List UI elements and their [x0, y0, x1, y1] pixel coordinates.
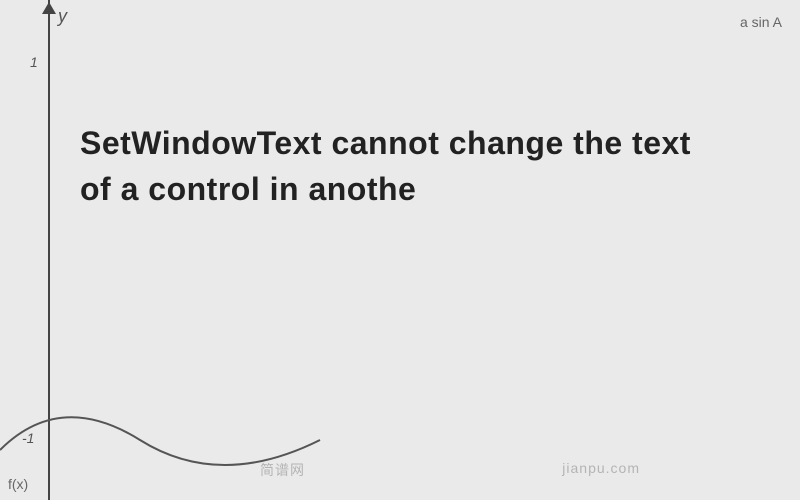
main-question-text: SetWindowText cannot change the text of … [80, 120, 720, 213]
text-line-1: SetWindowText [80, 125, 322, 161]
y-axis-label: y [58, 6, 67, 27]
sine-curve-icon [0, 380, 800, 500]
watermark-right: jianpu.com [562, 460, 640, 476]
text-line-2: cannot change [331, 125, 563, 161]
watermark-left: 简谱网 [260, 460, 305, 480]
tick-1: 1 [30, 54, 38, 70]
formula-asin: a sin A [740, 14, 782, 30]
y-axis-arrow-icon [42, 2, 56, 14]
